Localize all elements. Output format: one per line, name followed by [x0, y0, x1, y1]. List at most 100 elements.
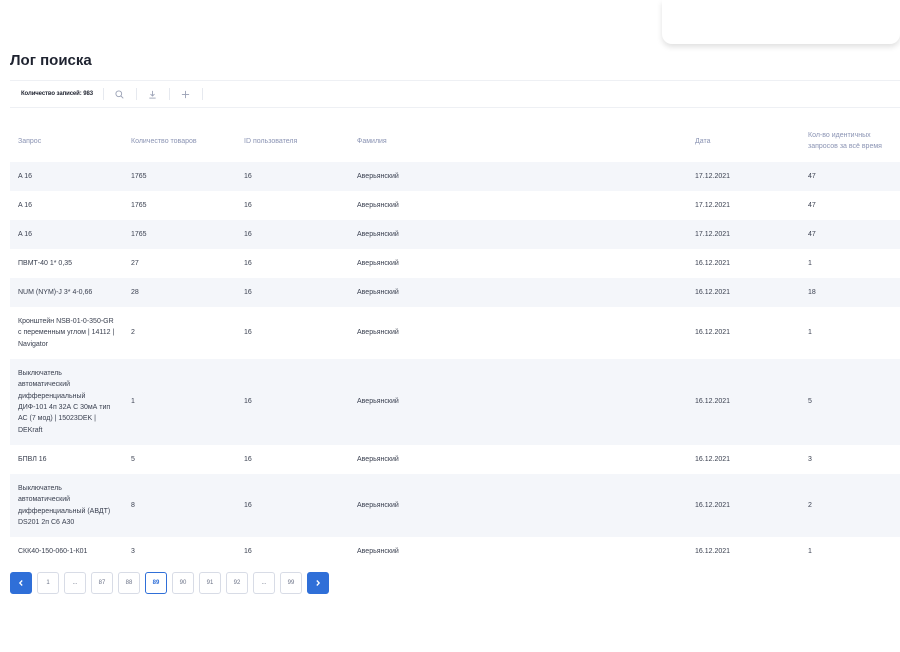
page-ellipsis: ...	[64, 572, 86, 594]
cell-user-id: 16	[236, 445, 349, 474]
cell-surname: Аверьянский	[349, 191, 687, 220]
table-row[interactable]: СКК40-150-060-1-К01 3 16 Аверьянский 16.…	[10, 537, 900, 566]
cell-identical: 18	[800, 278, 900, 307]
column-header-date[interactable]: Дата	[687, 120, 800, 162]
cell-surname: Аверьянский	[349, 162, 687, 191]
pagination: 1 ... 87 88 89 90 91 92 ... 99	[10, 572, 329, 594]
download-button[interactable]	[137, 84, 169, 104]
page-button[interactable]: 87	[91, 572, 113, 594]
cell-date: 16.12.2021	[687, 307, 800, 359]
page-button[interactable]: 90	[172, 572, 194, 594]
cell-identical: 1	[800, 307, 900, 359]
table-row[interactable]: Выключатель автоматический дифференциаль…	[10, 359, 900, 445]
cell-product-count: 3	[123, 537, 236, 566]
cell-identical: 47	[800, 191, 900, 220]
cell-product-count: 2	[123, 307, 236, 359]
column-header-product-count[interactable]: Количество товаров	[123, 120, 236, 162]
cell-surname: Аверьянский	[349, 474, 687, 537]
page-ellipsis: ...	[253, 572, 275, 594]
table-row[interactable]: ПВМТ-40 1* 0,35 27 16 Аверьянский 16.12.…	[10, 249, 900, 278]
cell-query: СКК40-150-060-1-К01	[10, 537, 123, 566]
cell-date: 16.12.2021	[687, 278, 800, 307]
column-header-query[interactable]: Запрос	[10, 120, 123, 162]
cell-identical: 2	[800, 474, 900, 537]
column-header-identical[interactable]: Кол-во идентичных запросов за всё время	[800, 120, 900, 162]
page-button-active[interactable]: 89	[145, 572, 167, 594]
cell-surname: Аверьянский	[349, 249, 687, 278]
page-title: Лог поиска	[10, 52, 92, 69]
cell-product-count: 1765	[123, 220, 236, 249]
cell-date: 16.12.2021	[687, 537, 800, 566]
next-page-button[interactable]	[307, 572, 329, 594]
cell-surname: Аверьянский	[349, 445, 687, 474]
cell-surname: Аверьянский	[349, 307, 687, 359]
cell-date: 17.12.2021	[687, 191, 800, 220]
cell-identical: 47	[800, 220, 900, 249]
search-icon	[115, 89, 125, 99]
cell-user-id: 16	[236, 220, 349, 249]
table-row[interactable]: A 16 1765 16 Аверьянский 17.12.2021 47	[10, 191, 900, 220]
table-row[interactable]: Выключатель автоматический дифференциаль…	[10, 474, 900, 537]
cell-date: 17.12.2021	[687, 220, 800, 249]
cell-date: 16.12.2021	[687, 359, 800, 445]
page-button[interactable]: 92	[226, 572, 248, 594]
cell-product-count: 27	[123, 249, 236, 278]
cell-user-id: 16	[236, 162, 349, 191]
cell-query: A 16	[10, 162, 123, 191]
cell-product-count: 1765	[123, 191, 236, 220]
cell-identical: 47	[800, 162, 900, 191]
cell-identical: 1	[800, 537, 900, 566]
cell-user-id: 16	[236, 278, 349, 307]
table-row[interactable]: Кронштейн NSB-01-0-350-GR с переменным у…	[10, 307, 900, 359]
table-toolbar: Количество записей: 983	[10, 80, 900, 108]
table-row[interactable]: A 16 1765 16 Аверьянский 17.12.2021 47	[10, 220, 900, 249]
cell-query: A 16	[10, 191, 123, 220]
cell-date: 16.12.2021	[687, 445, 800, 474]
records-count: Количество записей: 983	[21, 91, 93, 97]
cell-product-count: 5	[123, 445, 236, 474]
table-row[interactable]: A 16 1765 16 Аверьянский 17.12.2021 47	[10, 162, 900, 191]
search-log-table: Запрос Количество товаров ID пользовател…	[10, 120, 900, 566]
cell-query: Кронштейн NSB-01-0-350-GR с переменным у…	[10, 307, 123, 359]
cell-query: Выключатель автоматический дифференциаль…	[10, 359, 123, 445]
cell-user-id: 16	[236, 359, 349, 445]
page-button[interactable]: 88	[118, 572, 140, 594]
cell-user-id: 16	[236, 249, 349, 278]
add-button[interactable]	[170, 84, 202, 104]
page-button[interactable]: 1	[37, 572, 59, 594]
cell-date: 16.12.2021	[687, 249, 800, 278]
cell-identical: 5	[800, 359, 900, 445]
toolbar-divider	[201, 88, 203, 100]
search-button[interactable]	[104, 84, 136, 104]
cell-user-id: 16	[236, 474, 349, 537]
cell-query: A 16	[10, 220, 123, 249]
cell-surname: Аверьянский	[349, 220, 687, 249]
cell-user-id: 16	[236, 307, 349, 359]
table-row[interactable]: БПВЛ 16 5 16 Аверьянский 16.12.2021 3	[10, 445, 900, 474]
cell-product-count: 1	[123, 359, 236, 445]
prev-page-button[interactable]	[10, 572, 32, 594]
top-panel	[662, 0, 900, 44]
table-header-row: Запрос Количество товаров ID пользовател…	[10, 120, 900, 162]
cell-query: Выключатель автоматический дифференциаль…	[10, 474, 123, 537]
cell-product-count: 8	[123, 474, 236, 537]
cell-surname: Аверьянский	[349, 537, 687, 566]
table-row[interactable]: NUM (NYM)-J 3* 4-0,66 28 16 Аверьянский …	[10, 278, 900, 307]
download-icon	[149, 90, 157, 99]
column-header-user-id[interactable]: ID пользователя	[236, 120, 349, 162]
page-button[interactable]: 91	[199, 572, 221, 594]
cell-product-count: 28	[123, 278, 236, 307]
cell-user-id: 16	[236, 537, 349, 566]
cell-user-id: 16	[236, 191, 349, 220]
page-button[interactable]: 99	[280, 572, 302, 594]
cell-surname: Аверьянский	[349, 278, 687, 307]
cell-query: NUM (NYM)-J 3* 4-0,66	[10, 278, 123, 307]
chevron-right-icon	[316, 580, 321, 586]
cell-query: БПВЛ 16	[10, 445, 123, 474]
cell-identical: 3	[800, 445, 900, 474]
cell-identical: 1	[800, 249, 900, 278]
column-header-surname[interactable]: Фамилия	[349, 120, 687, 162]
cell-date: 16.12.2021	[687, 474, 800, 537]
cell-date: 17.12.2021	[687, 162, 800, 191]
plus-icon	[182, 90, 190, 98]
